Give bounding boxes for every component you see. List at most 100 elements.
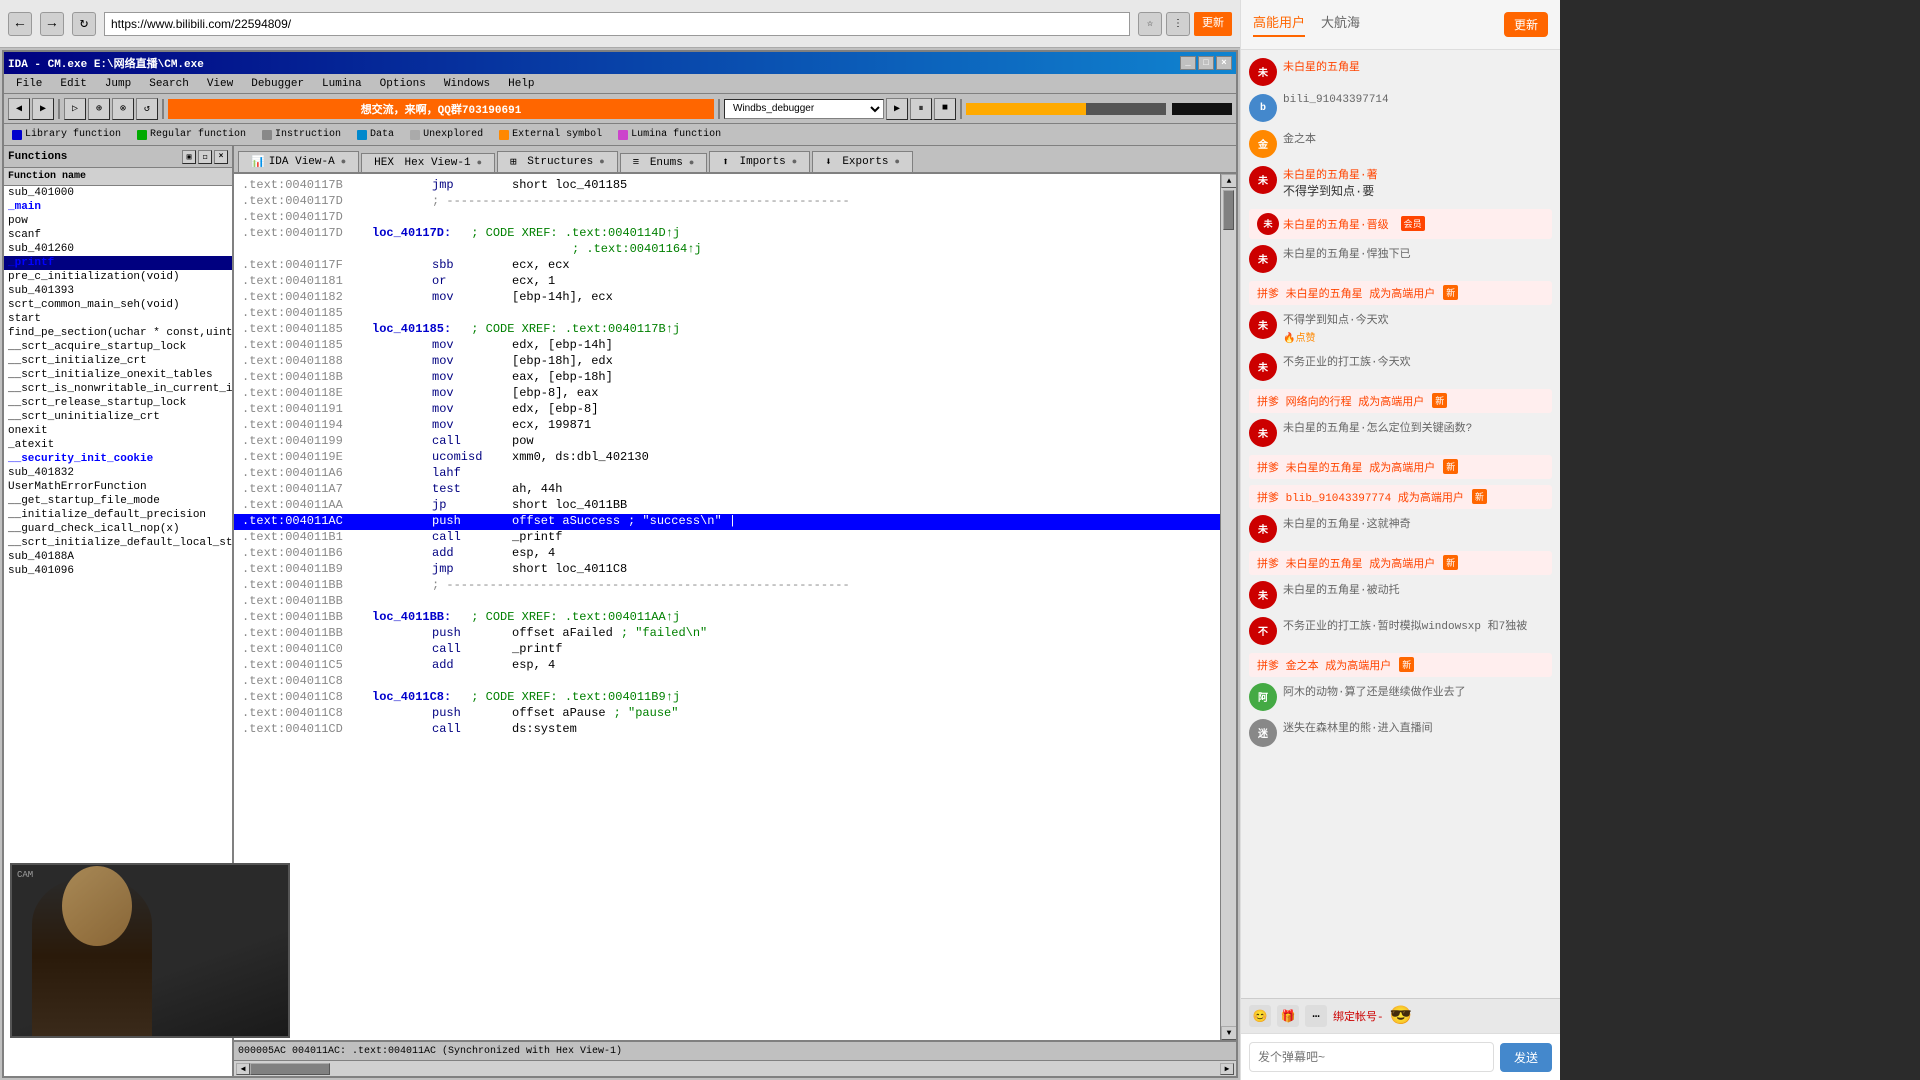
bookmark-button[interactable]: ☆	[1138, 12, 1162, 36]
code-line-loc2[interactable]: .text:00401185 loc_401185: ; CODE XREF: …	[234, 322, 1220, 338]
func-init_crt[interactable]: __scrt_initialize_crt	[4, 354, 232, 368]
func-uninit_crt[interactable]: __scrt_uninitialize_crt	[4, 410, 232, 424]
chat-icon-gift[interactable]: 🎁	[1277, 1005, 1299, 1027]
code-line-xref1[interactable]: ; .text:00401164↑j	[234, 242, 1220, 258]
h-scroll-thumb[interactable]	[250, 1063, 330, 1075]
bind-account-btn[interactable]: 绑定帐号-	[1333, 1008, 1384, 1024]
scroll-right-btn[interactable]: ▶	[1220, 1063, 1234, 1075]
panel-float-btn[interactable]: ◻	[198, 150, 212, 164]
func-main[interactable]: _main	[4, 200, 232, 214]
scroll-up-btn[interactable]: ▲	[1221, 174, 1236, 188]
func-onexit[interactable]: onexit	[4, 424, 232, 438]
tab-exports[interactable]: ⬇ Exports ●	[812, 151, 913, 172]
func-acquire_lock[interactable]: __scrt_acquire_startup_lock	[4, 340, 232, 354]
chat-send-button[interactable]: 发送	[1500, 1043, 1552, 1072]
scroll-left-btn[interactable]: ◀	[236, 1063, 250, 1075]
code-line-blank3[interactable]: .text:004011BB	[234, 594, 1220, 610]
tab-hex-view[interactable]: HEX Hex View-1 ●	[361, 153, 495, 172]
cool-emoji[interactable]: 😎	[1390, 1005, 1412, 1027]
settings-button[interactable]: ⋮	[1166, 12, 1190, 36]
code-line-jp[interactable]: .text:004011AA jp short loc_4011BB	[234, 498, 1220, 514]
chat-icon-more[interactable]: ⋯	[1305, 1005, 1327, 1027]
update-button[interactable]: 更新	[1194, 12, 1232, 36]
code-line-blank4[interactable]: .text:004011C8	[234, 674, 1220, 690]
tab-high-energy[interactable]: 高能用户	[1253, 12, 1305, 37]
code-line-or[interactable]: .text:00401181 or ecx, 1	[234, 274, 1220, 290]
toolbar-btn-4[interactable]: ⊕	[88, 98, 110, 120]
func-pow[interactable]: pow	[4, 214, 232, 228]
func-atexit[interactable]: _atexit	[4, 438, 232, 452]
func-sub_401096[interactable]: sub_401096	[4, 564, 232, 578]
panel-pin-btn[interactable]: ▣	[182, 150, 196, 164]
menu-windows[interactable]: Windows	[436, 76, 498, 92]
tab-enums[interactable]: ≡ Enums ●	[620, 153, 708, 172]
toolbar-stop-btn[interactable]: ■	[934, 98, 956, 120]
menu-lumina[interactable]: Lumina	[314, 76, 370, 92]
func-pre_c_init[interactable]: pre_c_initialization(void)	[4, 270, 232, 284]
code-line-push-failed[interactable]: .text:004011BB push offset aFailed ; "fa…	[234, 626, 1220, 642]
code-line-lahf[interactable]: .text:004011A6 lahf	[234, 466, 1220, 482]
code-line-mov1[interactable]: .text:00401182 mov [ebp-14h], ecx	[234, 290, 1220, 306]
func-scanf[interactable]: scanf	[4, 228, 232, 242]
code-line-sbb[interactable]: .text:0040117F sbb ecx, ecx	[234, 258, 1220, 274]
code-line-blank1[interactable]: .text:0040117D	[234, 210, 1220, 226]
func-sub_401393[interactable]: sub_401393	[4, 284, 232, 298]
func-security_cookie[interactable]: __security_init_cookie	[4, 452, 232, 466]
code-line-add1[interactable]: .text:004011B6 add esp, 4	[234, 546, 1220, 562]
code-line-mov6[interactable]: .text:00401191 mov edx, [ebp-8]	[234, 402, 1220, 418]
toolbar-run-btn[interactable]: ▶	[886, 98, 908, 120]
code-line-call-system[interactable]: .text:004011CD call ds:system	[234, 722, 1220, 738]
menu-options[interactable]: Options	[372, 76, 434, 92]
toolbar-btn-2[interactable]: ▶	[32, 98, 54, 120]
toolbar-btn-6[interactable]: ↺	[136, 98, 158, 120]
code-line-mov5[interactable]: .text:0040118E mov [ebp-8], eax	[234, 386, 1220, 402]
code-line-mov2[interactable]: .text:00401185 mov edx, [ebp-14h]	[234, 338, 1220, 354]
refresh-button[interactable]: ↻	[72, 12, 96, 36]
chat-vip-btn[interactable]: 更新	[1504, 12, 1548, 37]
func-guard_check[interactable]: __guard_check_icall_nop(x)	[4, 522, 232, 536]
tab-structures[interactable]: ⊞ Structures ●	[497, 151, 618, 172]
func-init_precision[interactable]: __initialize_default_precision	[4, 508, 232, 522]
func-init_onexit[interactable]: __scrt_initialize_onexit_tables	[4, 368, 232, 382]
menu-search[interactable]: Search	[141, 76, 197, 92]
menu-file[interactable]: File	[8, 76, 50, 92]
back-button[interactable]: ←	[8, 12, 32, 36]
code-line-test[interactable]: .text:004011A7 test ah, 44h	[234, 482, 1220, 498]
code-line-loc3[interactable]: .text:004011BB loc_4011BB: ; CODE XREF: …	[234, 610, 1220, 626]
ida-maximize-button[interactable]: □	[1198, 56, 1214, 70]
toolbar-btn-5[interactable]: ⊗	[112, 98, 134, 120]
menu-debugger[interactable]: Debugger	[243, 76, 312, 92]
chat-icon-face[interactable]: 😊	[1249, 1005, 1271, 1027]
code-line-jmp2[interactable]: .text:004011B9 jmp short loc_4011C8	[234, 562, 1220, 578]
code-line-call-pow[interactable]: .text:00401199 call pow	[234, 434, 1220, 450]
code-view[interactable]: .text:0040117B jmp short loc_401185 .tex…	[234, 174, 1220, 1040]
code-scrollbar[interactable]: ▲ ▼	[1220, 174, 1236, 1040]
forward-button[interactable]: →	[40, 12, 64, 36]
code-line-sep1[interactable]: .text:0040117D ; -----------------------…	[234, 194, 1220, 210]
func-sub_40188a[interactable]: sub_40188A	[4, 550, 232, 564]
code-line-loc1[interactable]: .text:0040117D loc_40117D: ; CODE XREF: …	[234, 226, 1220, 242]
ida-minimize-button[interactable]: _	[1180, 56, 1196, 70]
toolbar-btn-3[interactable]: ▷	[64, 98, 86, 120]
url-bar[interactable]	[104, 12, 1130, 36]
func-init_local[interactable]: __scrt_initialize_default_local_st...	[4, 536, 232, 550]
menu-help[interactable]: Help	[500, 76, 542, 92]
func-sub_401000[interactable]: sub_401000	[4, 186, 232, 200]
code-line-call-printf2[interactable]: .text:004011C0 call _printf	[234, 642, 1220, 658]
menu-edit[interactable]: Edit	[52, 76, 94, 92]
func-printf[interactable]: _printf	[4, 256, 232, 270]
toolbar-pause-btn[interactable]: ⏸	[910, 98, 932, 120]
func-is_nonwritable[interactable]: __scrt_is_nonwritable_in_current_i...	[4, 382, 232, 396]
code-line-mov3[interactable]: .text:00401188 mov [ebp-18h], edx	[234, 354, 1220, 370]
toolbar-btn-1[interactable]: ◀	[8, 98, 30, 120]
h-scroll-track[interactable]	[250, 1063, 1220, 1075]
panel-close-btn[interactable]: ×	[214, 150, 228, 164]
code-line-push-success[interactable]: .text:004011AC push offset aSuccess ; "s…	[234, 514, 1220, 530]
func-sub_401832[interactable]: sub_401832	[4, 466, 232, 480]
code-line-blank2[interactable]: .text:00401185	[234, 306, 1220, 322]
code-line-add2[interactable]: .text:004011C5 add esp, 4	[234, 658, 1220, 674]
func-find_pe[interactable]: find_pe_section(uchar * const,uint)	[4, 326, 232, 340]
debugger-selector[interactable]: Windbs_debugger	[724, 99, 884, 119]
chat-input[interactable]	[1249, 1042, 1494, 1072]
tab-fleet[interactable]: 大航海	[1321, 12, 1360, 37]
